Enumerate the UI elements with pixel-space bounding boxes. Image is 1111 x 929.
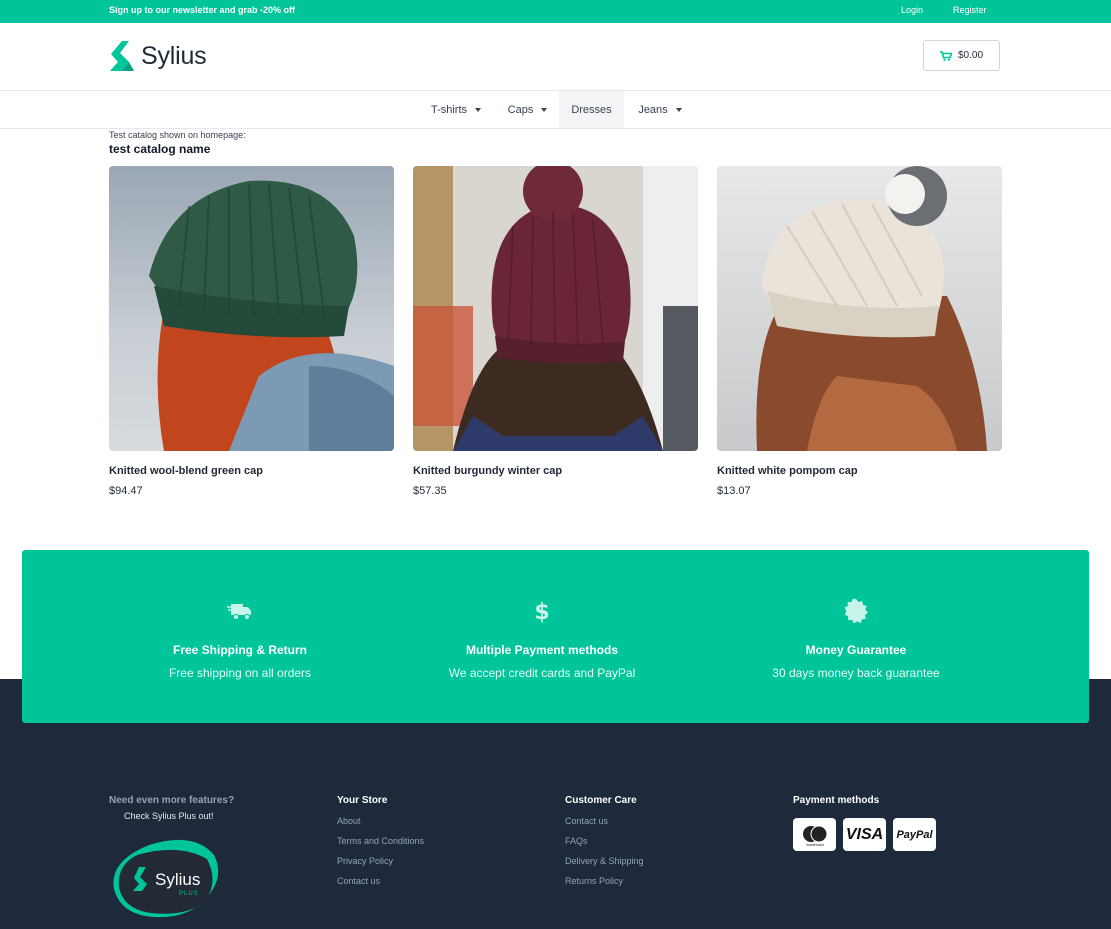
login-link[interactable]: Login <box>901 5 923 15</box>
product-price: $57.35 <box>413 485 447 497</box>
truck-icon <box>227 604 251 621</box>
feature-title: Money Guarantee <box>805 643 907 657</box>
site-header: Sylius $0.00 <box>0 23 1111 91</box>
feature-title: Free Shipping & Return <box>172 643 307 657</box>
visa-label: VISA <box>845 825 884 843</box>
footer-link-contact[interactable]: Contact us <box>565 816 644 826</box>
product-card[interactable]: Knitted wool-blend green cap $94.47 <box>109 166 394 497</box>
product-price: $13.07 <box>717 485 751 497</box>
product-card[interactable]: Knitted burgundy winter cap $57.35 <box>413 166 698 497</box>
sylius-plus-promo: Need even more features? Check Sylius Pl… <box>109 795 235 918</box>
newsletter-promo[interactable]: Sign up to our newsletter and grab -20% … <box>109 5 295 15</box>
product-name[interactable]: Knitted white pompom cap <box>717 465 1002 477</box>
plus-subtitle[interactable]: Check Sylius Plus out! <box>124 811 234 821</box>
badge-icon <box>844 598 868 624</box>
footer-link-privacy[interactable]: Privacy Policy <box>337 856 424 866</box>
footer-link-contact[interactable]: Contact us <box>337 876 424 886</box>
nav-label: Jeans <box>638 103 668 116</box>
feature-description: 30 days money back guarantee <box>772 666 940 680</box>
chevron-down-icon <box>541 107 548 112</box>
cart-icon <box>939 50 952 61</box>
product-card[interactable]: Knitted white pompom cap $13.07 <box>717 166 1002 497</box>
sylius-logo-icon <box>110 41 134 71</box>
footer-link-about[interactable]: About <box>337 816 424 826</box>
sylius-plus-logo[interactable]: Sylius PLUS <box>109 837 224 921</box>
feature-description: Free shipping on all orders <box>168 666 312 680</box>
product-name[interactable]: Knitted burgundy winter cap <box>413 465 698 477</box>
main-nav: T-shirts Caps Dresses Jeans <box>0 91 1111 129</box>
paypal-label: PayPal <box>896 828 933 841</box>
nav-item-jeans[interactable]: Jeans <box>626 91 694 128</box>
product-image[interactable] <box>109 166 394 451</box>
register-link[interactable]: Register <box>953 5 987 15</box>
nav-label: T-shirts <box>430 103 468 116</box>
paypal-logo: PayPal <box>893 818 936 851</box>
cart-total: $0.00 <box>957 50 984 61</box>
svg-text:$: $ <box>534 600 549 625</box>
catalog-title: test catalog name <box>109 142 211 156</box>
chevron-down-icon <box>675 107 682 112</box>
nav-item-t-shirts[interactable]: T-shirts <box>418 91 494 128</box>
footer-heading: Your Store <box>337 795 388 806</box>
mastercard-logo: mastercard <box>793 818 836 851</box>
catalog-note: Test catalog shown on homepage: <box>109 130 246 140</box>
feature-description: We accept credit cards and PayPal <box>448 666 636 680</box>
cart-button[interactable]: $0.00 <box>923 40 1000 71</box>
logo-text: Sylius <box>141 41 207 70</box>
product-image[interactable] <box>717 166 1002 451</box>
nav-item-caps[interactable]: Caps <box>496 91 559 128</box>
mastercard-label: mastercard <box>806 843 824 847</box>
nav-item-dresses[interactable]: Dresses <box>559 91 624 128</box>
plus-title: Need even more features? <box>109 795 235 806</box>
promo-bar: Sign up to our newsletter and grab -20% … <box>0 0 1111 23</box>
footer-link-returns[interactable]: Returns Policy <box>565 876 644 886</box>
footer-payment-methods: Payment methods <box>793 795 879 806</box>
product-image[interactable] <box>413 166 698 451</box>
site-logo[interactable]: Sylius <box>109 40 207 72</box>
footer-link-delivery[interactable]: Delivery & Shipping <box>565 856 644 866</box>
plus-logo-text: Sylius <box>155 870 200 889</box>
visa-logo: VISA <box>843 818 886 851</box>
footer-link-terms[interactable]: Terms and Conditions <box>337 836 424 846</box>
footer-heading: Customer Care <box>565 795 637 806</box>
footer-heading: Payment methods <box>793 795 880 806</box>
dollar-icon: $ <box>534 600 549 625</box>
plus-logo-badge: PLUS <box>179 891 199 897</box>
chevron-down-icon <box>475 107 482 112</box>
features-band: Free Shipping & Return Free shipping on … <box>22 550 1089 723</box>
footer-link-faqs[interactable]: FAQs <box>565 836 644 846</box>
product-price: $94.47 <box>109 485 143 497</box>
nav-label: Caps <box>507 103 534 116</box>
footer-your-store: Your Store About Terms and Conditions Pr… <box>337 795 424 886</box>
feature-title: Multiple Payment methods <box>465 643 619 657</box>
footer-customer-care: Customer Care Contact us FAQs Delivery &… <box>565 795 644 886</box>
payment-cards: mastercard VISA PayPal <box>793 818 936 851</box>
product-name[interactable]: Knitted wool-blend green cap <box>109 465 394 477</box>
nav-label: Dresses <box>571 103 612 116</box>
